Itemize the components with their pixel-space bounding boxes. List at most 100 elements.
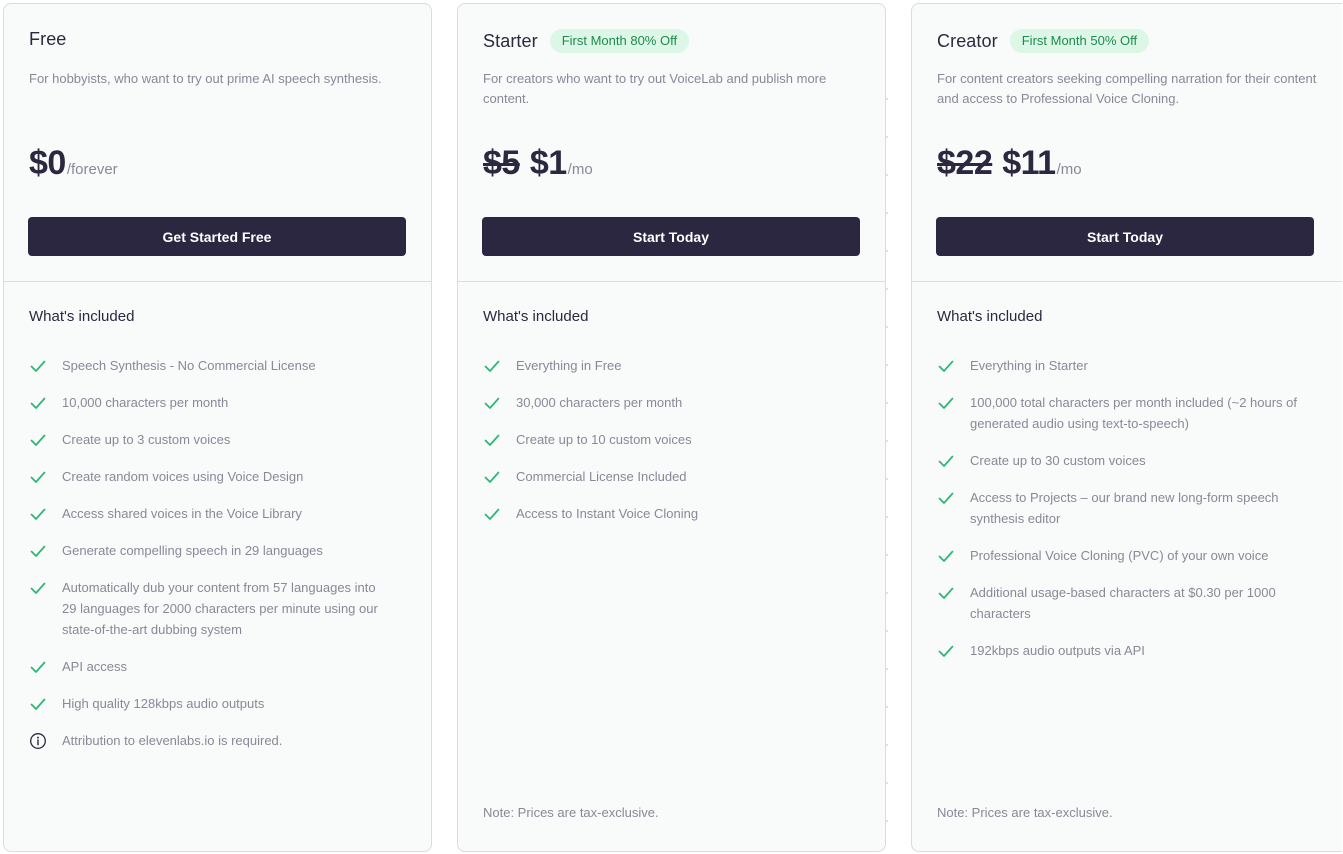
plan-name: Starter bbox=[483, 30, 538, 51]
price-row: $5 $1 /mo bbox=[483, 144, 593, 183]
start-today-button[interactable]: Start Today bbox=[936, 217, 1314, 256]
feature-text: Create random voices using Voice Design bbox=[62, 469, 304, 484]
feature-text: Everything in Free bbox=[516, 358, 622, 373]
info-icon bbox=[29, 732, 47, 750]
feature-item: 192kbps audio outputs via API bbox=[937, 640, 1322, 661]
tax-note: Note: Prices are tax-exclusive. bbox=[483, 805, 659, 820]
feature-text: Additional usage-based characters at $0.… bbox=[970, 585, 1276, 621]
included-title: What's included bbox=[937, 308, 1043, 325]
plan-header: Creator First Month 50% Off For content … bbox=[912, 4, 1342, 282]
check-icon bbox=[29, 431, 47, 449]
feature-item: Access to Projects – our brand new long-… bbox=[937, 487, 1322, 529]
price-unit: /mo bbox=[567, 161, 593, 178]
feature-item: Access shared voices in the Voice Librar… bbox=[29, 503, 414, 524]
check-icon bbox=[483, 505, 501, 523]
feature-item: Generate compelling speech in 29 languag… bbox=[29, 540, 414, 561]
feature-item: High quality 128kbps audio outputs bbox=[29, 693, 414, 714]
check-icon bbox=[483, 431, 501, 449]
feature-list: Speech Synthesis - No Commercial License… bbox=[29, 355, 414, 767]
plan-name: Creator bbox=[937, 30, 998, 51]
plan-description: For content creators seeking compelling … bbox=[937, 71, 1317, 106]
feature-item: Attribution to elevenlabs.io is required… bbox=[29, 730, 414, 751]
plan-header: Starter First Month 80% Off For creators… bbox=[458, 4, 885, 282]
old-price: $5 bbox=[483, 144, 520, 182]
included-title: What's included bbox=[483, 308, 589, 325]
feature-text: Access to Projects – our brand new long-… bbox=[970, 490, 1279, 526]
feature-item: Create random voices using Voice Design bbox=[29, 466, 414, 487]
feature-text: High quality 128kbps audio outputs bbox=[62, 696, 265, 711]
feature-item: Access to Instant Voice Cloning bbox=[483, 503, 868, 524]
feature-text: Access shared voices in the Voice Librar… bbox=[62, 506, 302, 521]
current-price: $11 bbox=[1002, 144, 1056, 182]
plan-card-starter: Starter First Month 80% Off For creators… bbox=[457, 3, 886, 852]
feature-list: Everything in Free 30,000 characters per … bbox=[483, 355, 868, 540]
feature-item: Automatically dub your content from 57 l… bbox=[29, 577, 414, 640]
feature-text: Attribution to elevenlabs.io is required… bbox=[62, 733, 283, 748]
check-icon bbox=[483, 357, 501, 375]
check-icon bbox=[483, 468, 501, 486]
feature-item: Commercial License Included bbox=[483, 466, 868, 487]
check-icon bbox=[937, 584, 955, 602]
check-icon bbox=[29, 357, 47, 375]
feature-item: Everything in Starter bbox=[937, 355, 1322, 376]
check-icon bbox=[937, 452, 955, 470]
feature-item: Create up to 3 custom voices bbox=[29, 429, 414, 450]
check-icon bbox=[29, 394, 47, 412]
feature-text: 100,000 total characters per month inclu… bbox=[970, 395, 1298, 431]
check-icon bbox=[29, 695, 47, 713]
current-price: $0 bbox=[29, 144, 66, 182]
feature-item: Speech Synthesis - No Commercial License bbox=[29, 355, 414, 376]
check-icon bbox=[483, 394, 501, 412]
feature-text: Everything in Starter bbox=[970, 358, 1088, 373]
feature-item: 100,000 total characters per month inclu… bbox=[937, 392, 1322, 434]
check-icon bbox=[29, 468, 47, 486]
check-icon bbox=[29, 505, 47, 523]
check-icon bbox=[937, 547, 955, 565]
plan-title-row: Starter First Month 80% Off bbox=[483, 29, 690, 53]
feature-text: Speech Synthesis - No Commercial License bbox=[62, 358, 316, 373]
check-icon bbox=[29, 658, 47, 676]
feature-item: 10,000 characters per month bbox=[29, 392, 414, 413]
pricing-page: Free For hobbyists, who want to try out … bbox=[0, 0, 1343, 854]
feature-text: Generate compelling speech in 29 languag… bbox=[62, 543, 323, 558]
tax-note: Note: Prices are tax-exclusive. bbox=[937, 805, 1113, 820]
feature-list: Everything in Starter 100,000 total chara… bbox=[937, 355, 1322, 677]
feature-item: API access bbox=[29, 656, 414, 677]
start-today-button[interactable]: Start Today bbox=[482, 217, 860, 256]
plan-name: Free bbox=[29, 29, 67, 49]
feature-item: Everything in Free bbox=[483, 355, 868, 376]
feature-text: 10,000 characters per month bbox=[62, 395, 229, 410]
discount-badge: First Month 50% Off bbox=[1009, 29, 1150, 53]
feature-text: 192kbps audio outputs via API bbox=[970, 643, 1145, 658]
feature-text: Create up to 10 custom voices bbox=[516, 432, 692, 447]
feature-text: 30,000 characters per month bbox=[516, 395, 683, 410]
check-icon bbox=[937, 642, 955, 660]
plan-card-free: Free For hobbyists, who want to try out … bbox=[3, 3, 432, 852]
plan-header: Free For hobbyists, who want to try out … bbox=[4, 4, 431, 282]
feature-text: Access to Instant Voice Cloning bbox=[516, 506, 699, 521]
price-row: $0 /forever bbox=[29, 144, 118, 183]
feature-text: Automatically dub your content from 57 l… bbox=[62, 580, 378, 637]
plan-title-row: Creator First Month 50% Off bbox=[937, 29, 1150, 53]
feature-text: Professional Voice Cloning (PVC) of your… bbox=[970, 548, 1269, 563]
check-icon bbox=[937, 489, 955, 507]
check-icon bbox=[937, 394, 955, 412]
check-icon bbox=[937, 357, 955, 375]
feature-text: Create up to 30 custom voices bbox=[970, 453, 1146, 468]
feature-text: Create up to 3 custom voices bbox=[62, 432, 231, 447]
plan-card-creator: Creator First Month 50% Off For content … bbox=[911, 3, 1342, 852]
feature-item: 30,000 characters per month bbox=[483, 392, 868, 413]
feature-item: Additional usage-based characters at $0.… bbox=[937, 582, 1322, 624]
current-price: $1 bbox=[529, 144, 567, 182]
feature-item: Create up to 30 custom voices bbox=[937, 450, 1322, 471]
feature-item: Professional Voice Cloning (PVC) of your… bbox=[937, 545, 1322, 566]
plan-description: For creators who want to try out VoiceLa… bbox=[483, 71, 827, 106]
plan-description: For hobbyists, who want to try out prime… bbox=[29, 71, 382, 86]
check-icon bbox=[29, 579, 47, 597]
feature-text: Commercial License Included bbox=[516, 469, 687, 484]
check-icon bbox=[29, 542, 47, 560]
included-title: What's included bbox=[29, 308, 135, 325]
old-price: $22 bbox=[937, 144, 993, 182]
price-unit: /forever bbox=[66, 161, 118, 178]
get-started-free-button[interactable]: Get Started Free bbox=[28, 217, 406, 256]
